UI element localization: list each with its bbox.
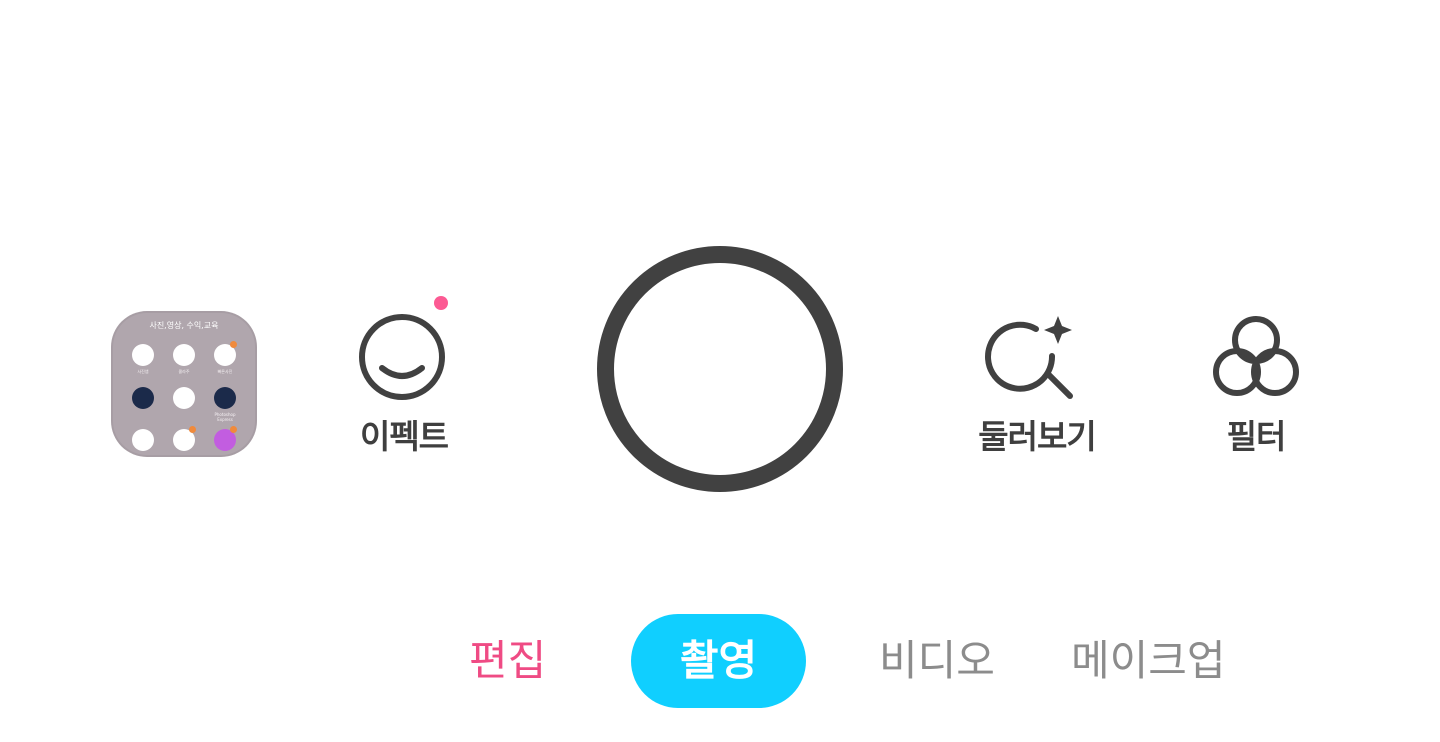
photo-editor-app-icon [132, 387, 154, 409]
app-badge [230, 426, 237, 433]
filter-button[interactable]: 필터 [1203, 312, 1309, 458]
mode-tab-capture[interactable]: 촬영 [631, 614, 806, 708]
mode-tab-makeup[interactable]: 메이크업 [1071, 614, 1226, 708]
app-label: 사진앱 [137, 369, 149, 374]
app-label: Photoshop Express [214, 412, 236, 422]
photo-app-icon [132, 344, 154, 366]
gallery-folder-title: 사진,영상, 수익,교육 [149, 321, 219, 330]
app-badge [189, 426, 196, 433]
photoshop-express-app-icon [214, 387, 236, 409]
effect-label: 이펙트 [359, 417, 449, 456]
smiley-face-icon [359, 314, 445, 400]
explore-button[interactable]: 둘러보기 [966, 312, 1108, 458]
effect-button[interactable]: 이펙트 [346, 312, 462, 458]
gallery-thumbnail-button[interactable]: 사진,영상, 수익,교육 사진앱 콜라주 빠른사진 Photoshop Expr… [111, 311, 257, 457]
sparkle-search-icon [985, 316, 1073, 399]
filter-label: 필터 [1226, 417, 1287, 456]
notification-dot [434, 296, 448, 310]
mode-tab-video[interactable]: 비디오 [879, 614, 995, 708]
pencil-app-icon [132, 429, 154, 451]
app-badge [230, 341, 237, 348]
app-label: 콜라주 [178, 369, 190, 374]
explore-label: 둘러보기 [978, 417, 1096, 456]
app-label: 빠른사진 [217, 369, 233, 374]
capcut-app-icon [173, 387, 195, 409]
shutter-button[interactable] [597, 246, 843, 492]
mode-tab-edit[interactable]: 편집 [469, 614, 546, 708]
three-circles-filter-icon [1213, 316, 1299, 396]
camera-screen: 사진,영상, 수익,교육 사진앱 콜라주 빠른사진 Photoshop Expr… [0, 0, 1440, 742]
collage-app-icon [173, 344, 195, 366]
